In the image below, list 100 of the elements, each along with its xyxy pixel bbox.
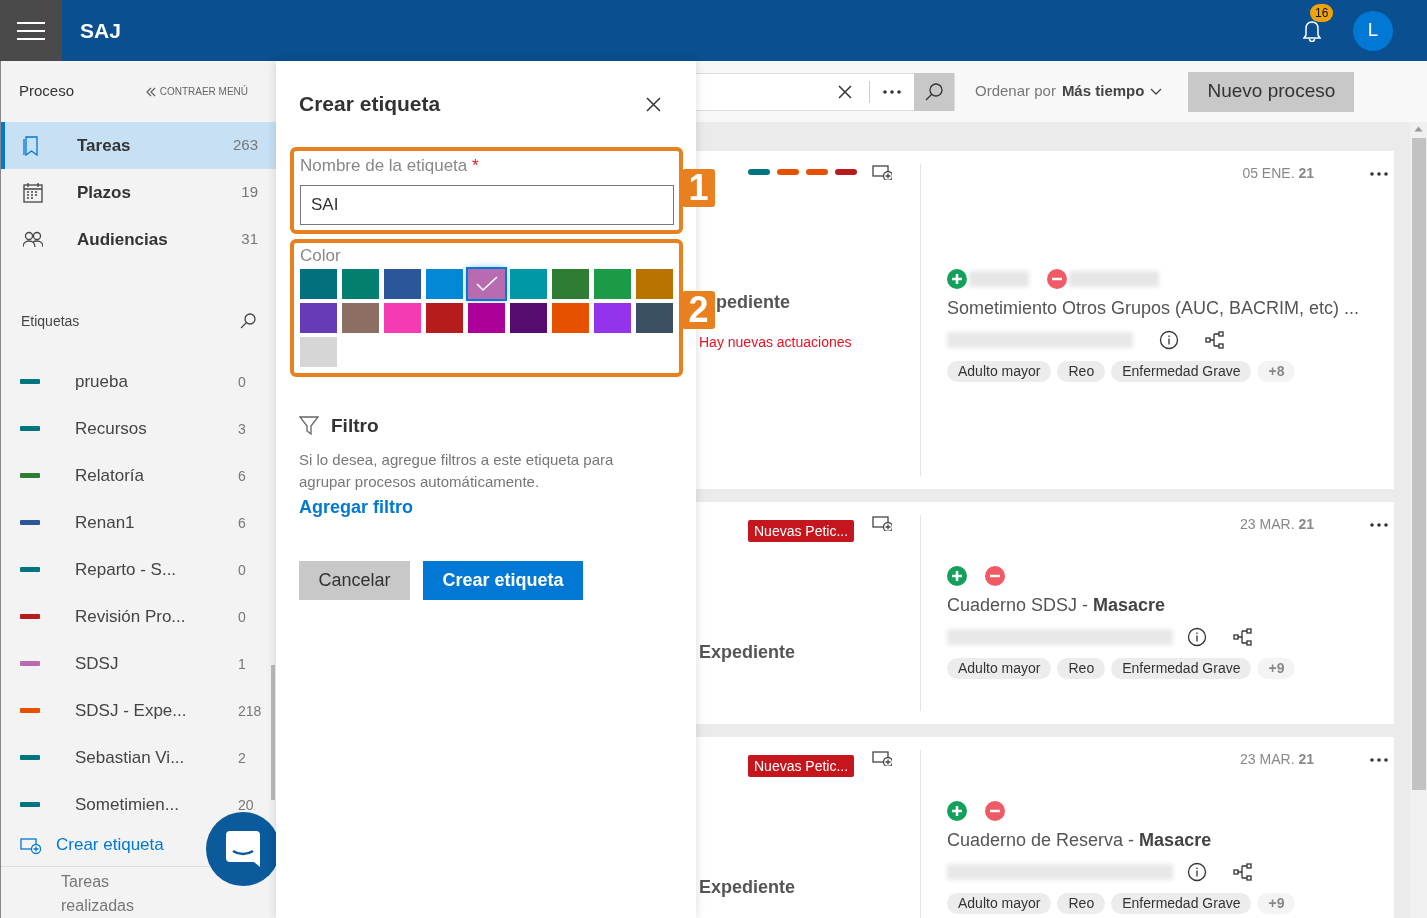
collapse-menu-button[interactable]: CONTRAER MENÚ (145, 84, 248, 99)
branch-icon[interactable] (1233, 863, 1253, 881)
tag-pill: Enfermedad Grave (1111, 893, 1252, 914)
callout-number: 1 (682, 169, 715, 207)
tag-add-icon[interactable] (872, 164, 892, 180)
scroll-up-icon[interactable] (1414, 126, 1423, 132)
process-card[interactable]: Nuevas Petic... Expediente 23 MAR. 21 Cuaderno de Reserva - Masacre Adulto mayor Reo Enfermedad Grave +9 (696, 737, 1394, 918)
color-swatch[interactable] (552, 269, 589, 299)
close-icon[interactable] (838, 84, 852, 99)
more-icon[interactable] (1370, 171, 1388, 176)
plus-icon[interactable] (947, 269, 967, 289)
color-swatch[interactable] (636, 269, 673, 299)
tag-name: Revisión Pro... (75, 605, 187, 628)
branch-icon[interactable] (1205, 331, 1225, 349)
color-swatch[interactable] (384, 303, 421, 333)
color-swatch[interactable] (468, 269, 505, 299)
people-icon (23, 229, 43, 250)
nav-item[interactable]: Audiencias 31 (1, 216, 276, 263)
process-title: Cuaderno SDSJ - Masacre (947, 594, 1167, 617)
cancel-button[interactable]: Cancelar (299, 560, 410, 600)
color-swatch[interactable] (300, 269, 337, 299)
color-swatch[interactable] (468, 303, 505, 333)
info-icon[interactable] (1187, 627, 1207, 647)
tag-name-input[interactable]: SAI (300, 185, 674, 225)
more-icon[interactable] (883, 89, 901, 94)
minus-icon[interactable] (985, 566, 1005, 586)
branch-icon[interactable] (1233, 628, 1253, 646)
tag-pill: Reo (1057, 658, 1106, 679)
field-label: Nombre de la etiqueta * (300, 155, 480, 177)
color-swatch[interactable] (342, 269, 379, 299)
tag-add-icon (20, 836, 41, 854)
nav-item[interactable]: Tareas 263 (1, 122, 276, 169)
close-icon[interactable] (646, 96, 661, 112)
tag-count: 0 (238, 561, 246, 578)
add-filter-link[interactable]: Agregar filtro (299, 493, 413, 521)
info-icon[interactable] (1187, 862, 1207, 882)
tag-add-icon[interactable] (872, 750, 892, 766)
minus-icon[interactable] (985, 801, 1005, 821)
new-process-button[interactable]: Nuevo proceso (1188, 71, 1355, 112)
tag-add-icon[interactable] (872, 515, 892, 531)
color-swatch[interactable] (300, 303, 337, 333)
status-badge: Nuevas Petic... (748, 520, 855, 542)
check-icon (475, 276, 498, 292)
scrollbar-thumb[interactable] (1411, 138, 1426, 790)
tag-name: SDSJ (75, 652, 120, 675)
process-title: Sometimiento Otros Grupos (AUC, BACRIM, etc) ... (947, 297, 1361, 320)
color-swatch[interactable] (510, 303, 547, 333)
double-chevron-icon (145, 86, 156, 97)
section-title: Proceso (19, 81, 75, 102)
tag-pill: Adulto mayor (947, 658, 1052, 679)
tag-count: 6 (238, 467, 246, 484)
process-type: pediente (716, 291, 790, 314)
color-swatch[interactable] (426, 303, 463, 333)
process-title: Cuaderno de Reserva - Masacre (947, 829, 1213, 852)
color-swatch[interactable] (384, 269, 421, 299)
color-swatch[interactable] (636, 303, 673, 333)
color-swatch[interactable] (300, 337, 337, 367)
color-swatch[interactable] (510, 269, 547, 299)
create-tag-button[interactable]: Crear etiqueta (423, 560, 583, 600)
sort-dropdown[interactable]: Ordenar por Más tiempo (975, 80, 1163, 103)
tag-name: Sometimien... (75, 793, 180, 816)
more-icon[interactable] (1370, 522, 1388, 527)
color-swatch[interactable] (594, 269, 631, 299)
color-swatch[interactable] (342, 303, 379, 333)
nav-count: 31 (241, 229, 258, 250)
field-label: Color (300, 245, 342, 267)
tag-name: Renan1 (75, 511, 136, 534)
date: 23 MAR. 21 (1240, 515, 1314, 534)
tag-count: 218 (238, 702, 262, 719)
filter-icon (299, 416, 319, 437)
status-badge: Nuevas Petic... (748, 755, 855, 777)
app-title: SAJ (80, 17, 121, 44)
tag-count: 6 (238, 514, 246, 531)
tag-pill: Reo (1057, 361, 1106, 382)
more-icon[interactable] (1370, 757, 1388, 762)
search-icon[interactable] (240, 313, 256, 329)
search-field[interactable] (696, 72, 955, 111)
plus-icon[interactable] (947, 801, 967, 821)
create-tag-link[interactable]: Crear etiqueta (1, 830, 164, 860)
search-button[interactable] (914, 72, 954, 111)
color-swatch[interactable] (594, 303, 631, 333)
color-swatch[interactable] (426, 269, 463, 299)
search-icon (925, 82, 943, 101)
avatar[interactable]: L (1353, 10, 1393, 51)
color-swatch[interactable] (552, 303, 589, 333)
tag-pill: Reo (1057, 893, 1106, 914)
tag-count: 20 (238, 796, 254, 813)
minus-icon[interactable] (1047, 269, 1067, 289)
process-type: Expediente (699, 641, 796, 664)
info-icon[interactable] (1159, 330, 1179, 350)
scrollbar-thumb[interactable] (271, 665, 275, 800)
menu-button[interactable] (0, 0, 62, 61)
notice-text: Hay nuevas actuaciones (699, 333, 852, 352)
tag-name: Reparto - S... (75, 558, 178, 581)
nav-item[interactable]: Plazos 19 (1, 169, 276, 216)
completed-tasks-label: Tareas realizadas (61, 872, 135, 916)
process-card[interactable]: Nuevas Petic... Expediente 23 MAR. 21 Cuaderno SDSJ - Masacre Adulto mayor Reo Enfermedad Grave +9 (696, 502, 1394, 724)
tag-name: Sebastian Vi... (75, 746, 186, 769)
plus-icon[interactable] (947, 566, 967, 586)
tag-pill: Adulto mayor (947, 361, 1052, 382)
